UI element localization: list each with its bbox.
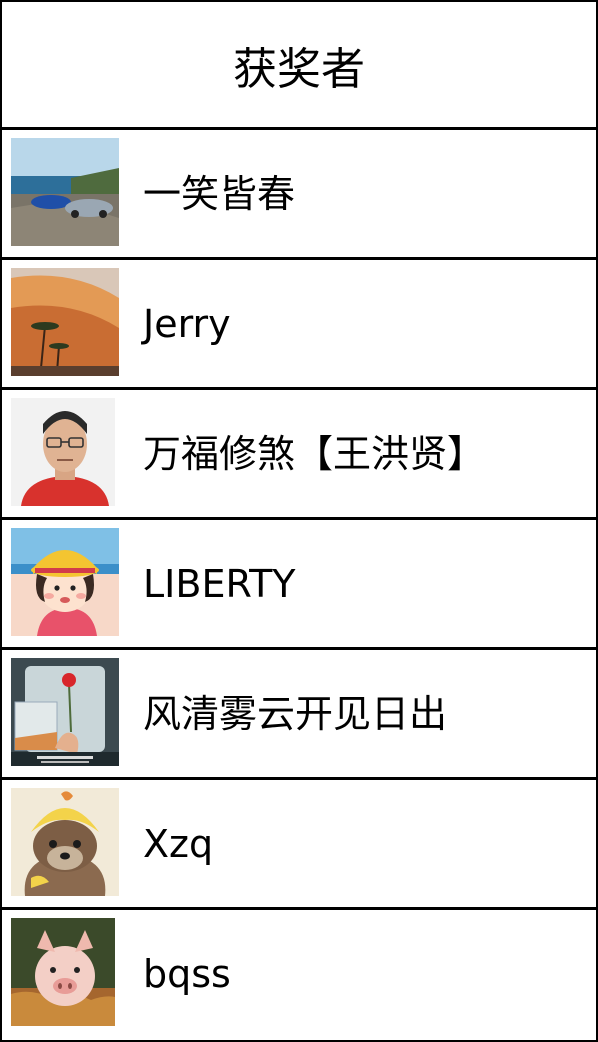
winner-name: 一笑皆春 (143, 171, 296, 216)
hotel-palm-trees-photo-icon (11, 268, 119, 376)
man-portrait-photo-icon (11, 398, 115, 506)
winner-name: Xzq (143, 821, 214, 866)
avatar (11, 788, 119, 896)
winner-name: 万福修煞【王洪贤】 (143, 431, 486, 476)
page-title: 获奖者 (233, 43, 365, 95)
avatar (11, 658, 119, 766)
winners-table: 获奖者 一笑皆春 Jerry 万福修煞【王洪贤】 LIBERTY 风清雾云开见日… (0, 0, 598, 1042)
winner-name: Jerry (143, 301, 231, 346)
avatar (11, 138, 119, 246)
winner-name: 风清雾云开见日出 (143, 691, 448, 736)
winner-name: LIBERTY (143, 561, 296, 606)
avatar (11, 528, 119, 636)
winner-row: 万福修煞【王洪贤】 (2, 390, 596, 520)
avatar (11, 918, 115, 1026)
winner-row: LIBERTY (2, 520, 596, 650)
avatar (11, 398, 115, 506)
winners-header: 获奖者 (2, 2, 596, 130)
cartoon-girl-avatar-icon (11, 528, 119, 636)
winner-row: 一笑皆春 (2, 130, 596, 260)
winner-row: 风清雾云开见日出 (2, 650, 596, 780)
winner-name: bqss (143, 952, 231, 996)
piglet-photo-icon (11, 918, 115, 1026)
winner-row: Jerry (2, 260, 596, 390)
sports-cars-photo-icon (11, 138, 119, 246)
avatar (11, 268, 119, 376)
otter-costume-photo-icon (11, 788, 119, 896)
winner-row: bqss (2, 910, 596, 1038)
winner-row: Xzq (2, 780, 596, 910)
red-flower-photo-icon (11, 658, 119, 766)
